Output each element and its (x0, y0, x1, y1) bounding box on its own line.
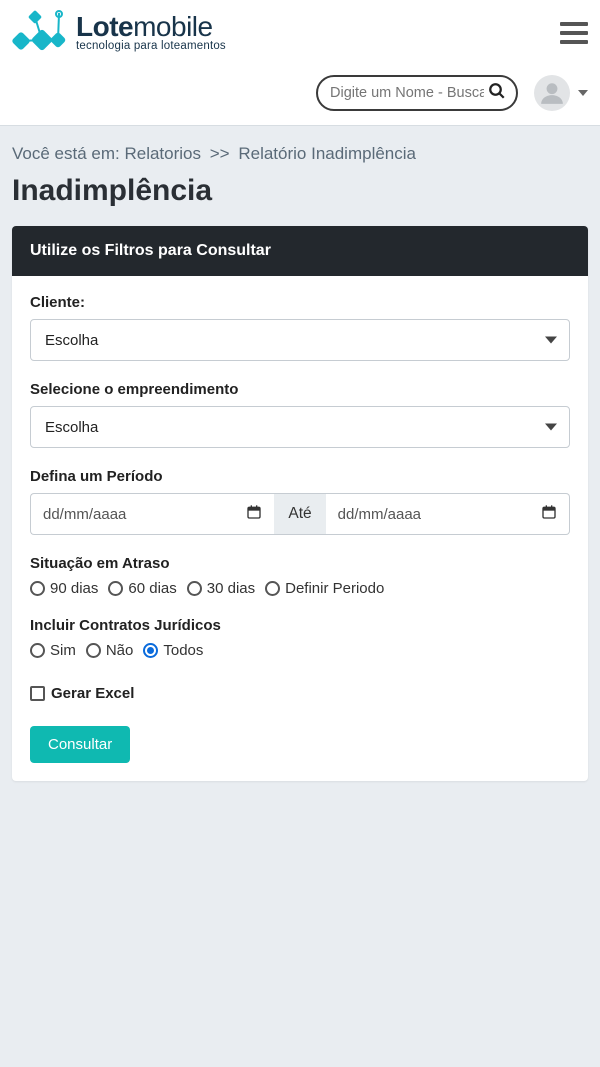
radio-label: Não (106, 642, 134, 659)
breadcrumb-sep: >> (210, 144, 230, 163)
periodo-start-placeholder: dd/mm/aaaa (43, 506, 126, 523)
radio-icon (187, 581, 202, 596)
excel-checkbox[interactable]: Gerar Excel (30, 685, 134, 702)
empreendimento-selected-text: Escolha (45, 419, 98, 436)
page-title: Inadimplência (0, 164, 600, 226)
periodo-start-input[interactable]: dd/mm/aaaa (30, 493, 274, 535)
consultar-button[interactable]: Consultar (30, 726, 130, 763)
empreendimento-group: Selecione o empreendimento Escolha (30, 381, 570, 448)
excel-label: Gerar Excel (51, 685, 134, 702)
radio-icon (86, 643, 101, 658)
atraso-opt-90[interactable]: 90 dias (30, 580, 98, 597)
breadcrumb: Você está em: Relatorios >> Relatório In… (0, 126, 600, 164)
radio-label: Definir Periodo (285, 580, 384, 597)
juridico-label: Incluir Contratos Jurídicos (30, 617, 570, 634)
brand-name-suffix: mobile (133, 11, 212, 42)
search-box[interactable] (316, 75, 518, 111)
periodo-end-input[interactable]: dd/mm/aaaa (326, 493, 570, 535)
atraso-opt-30[interactable]: 30 dias (187, 580, 255, 597)
juridico-opt-sim[interactable]: Sim (30, 642, 76, 659)
radio-label: 60 dias (128, 580, 176, 597)
topbar: Lotemobile tecnologia para loteamentos (0, 0, 600, 65)
calendar-icon (246, 504, 262, 524)
breadcrumb-label: Você está em: (12, 144, 120, 163)
user-menu[interactable] (534, 75, 588, 111)
empreendimento-label: Selecione o empreendimento (30, 381, 570, 398)
cliente-label: Cliente: (30, 294, 570, 311)
juridico-opt-nao[interactable]: Não (86, 642, 134, 659)
radio-icon (143, 643, 158, 658)
chevron-down-icon (578, 90, 588, 96)
atraso-opt-60[interactable]: 60 dias (108, 580, 176, 597)
search-icon (488, 82, 506, 105)
radio-label: 90 dias (50, 580, 98, 597)
radio-label: 30 dias (207, 580, 255, 597)
periodo-row: dd/mm/aaaa Até dd/mm/aaaa (30, 493, 570, 535)
card-header: Utilize os Filtros para Consultar (12, 226, 588, 276)
cliente-select[interactable]: Escolha (30, 319, 570, 361)
brand-tagline: tecnologia para loteamentos (76, 41, 226, 53)
radio-icon (30, 581, 45, 596)
brand-logo[interactable]: Lotemobile tecnologia para loteamentos (12, 6, 226, 59)
checkbox-icon (30, 686, 45, 701)
radio-icon (108, 581, 123, 596)
hamburger-menu-icon[interactable] (560, 22, 588, 44)
juridico-group: Incluir Contratos Jurídicos Sim Não Todo… (30, 617, 570, 659)
chevron-down-icon (545, 337, 557, 344)
chevron-down-icon (545, 424, 557, 431)
brand-name-prefix: Lote (76, 11, 133, 42)
subbar (0, 65, 600, 126)
radio-icon (265, 581, 280, 596)
brand-text: Lotemobile tecnologia para loteamentos (76, 13, 226, 53)
breadcrumb-link-current[interactable]: Relatório Inadimplência (238, 144, 416, 163)
avatar (534, 75, 570, 111)
breadcrumb-link-relatorios[interactable]: Relatorios (124, 144, 201, 163)
calendar-icon (541, 504, 557, 524)
periodo-label: Defina um Período (30, 468, 570, 485)
cliente-group: Cliente: Escolha (30, 294, 570, 361)
periodo-sep: Até (274, 493, 325, 535)
logo-icon (12, 6, 68, 59)
periodo-group: Defina um Período dd/mm/aaaa Até dd/mm/a… (30, 468, 570, 535)
cliente-selected-text: Escolha (45, 332, 98, 349)
radio-label: Todos (163, 642, 203, 659)
atraso-group: Situação em Atraso 90 dias 60 dias 30 di… (30, 555, 570, 597)
atraso-opt-custom[interactable]: Definir Periodo (265, 580, 384, 597)
card-body: Cliente: Escolha Selecione o empreendime… (12, 276, 588, 781)
atraso-label: Situação em Atraso (30, 555, 570, 572)
atraso-options: 90 dias 60 dias 30 dias Definir Periodo (30, 580, 570, 597)
radio-label: Sim (50, 642, 76, 659)
filter-card: Utilize os Filtros para Consultar Client… (12, 226, 588, 781)
radio-icon (30, 643, 45, 658)
empreendimento-select[interactable]: Escolha (30, 406, 570, 448)
excel-group: Gerar Excel (30, 685, 570, 706)
search-input[interactable] (330, 85, 484, 101)
juridico-opt-todos[interactable]: Todos (143, 642, 203, 659)
juridico-options: Sim Não Todos (30, 642, 570, 659)
periodo-end-placeholder: dd/mm/aaaa (338, 506, 421, 523)
